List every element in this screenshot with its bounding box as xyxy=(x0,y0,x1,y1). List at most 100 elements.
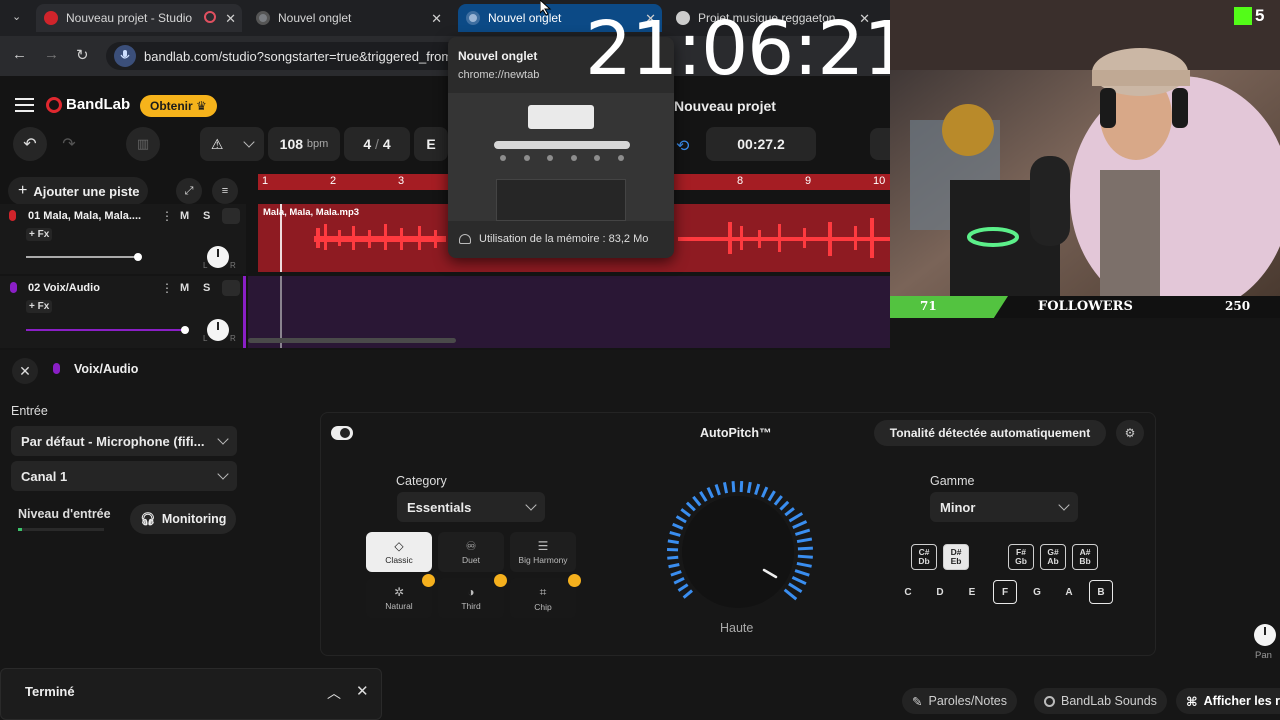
auto-key-detect-button[interactable]: Tonalité détectée automatiquement xyxy=(874,420,1106,446)
chevron-down-icon[interactable] xyxy=(222,280,240,296)
knob-tick xyxy=(673,576,685,585)
reload-icon[interactable]: ↻ xyxy=(76,46,89,64)
autopitch-toggle[interactable] xyxy=(331,426,353,440)
key-control[interactable]: E xyxy=(414,127,448,161)
solo-button[interactable]: S xyxy=(203,210,210,222)
track-header-2[interactable]: 02 Voix/Audio ⋮ M S + Fx L R xyxy=(0,276,246,348)
fx-button[interactable]: + Fx xyxy=(26,300,53,313)
volume-slider-thumb[interactable] xyxy=(181,326,189,334)
kick-icon xyxy=(1234,7,1252,25)
close-icon[interactable]: ✕ xyxy=(356,682,369,700)
classic-preset-icon: ◇ xyxy=(394,539,404,553)
mute-button[interactable]: M xyxy=(180,282,189,294)
natural-preset-icon: ✲ xyxy=(393,585,405,599)
hamburger-menu-icon[interactable] xyxy=(15,98,34,112)
fx-button[interactable]: + Fx xyxy=(26,228,53,241)
bandlab-sounds-icon xyxy=(1044,695,1055,707)
track-lane-2[interactable] xyxy=(248,276,890,348)
key-a-sharp[interactable]: A# Bb xyxy=(1072,544,1098,570)
tab-new-1[interactable]: Nouvel onglet ✕ xyxy=(248,4,448,32)
key-f-sharp[interactable]: F# Gb xyxy=(1008,544,1034,570)
volume-slider[interactable] xyxy=(26,329,186,331)
mute-button[interactable]: M xyxy=(180,210,189,222)
chevron-up-icon[interactable]: ︿ xyxy=(327,683,341,703)
tempo-control[interactable]: 108 bpm xyxy=(268,127,340,161)
pan-knob[interactable] xyxy=(207,319,229,341)
chevron-down-icon[interactable] xyxy=(222,208,240,224)
keyboard-button[interactable]: ▥ xyxy=(126,127,160,161)
knob-tick xyxy=(754,483,761,496)
knob-tick xyxy=(797,546,813,551)
volume-slider[interactable] xyxy=(26,256,140,258)
scale-select[interactable]: Minor xyxy=(930,492,1078,522)
category-select[interactable]: Essentials xyxy=(397,492,545,522)
autopitch-settings-button[interactable]: ⚙ xyxy=(1116,420,1144,446)
preset-chip[interactable]: ⌗ Chip xyxy=(510,578,576,618)
metronome-control[interactable]: ⚠ xyxy=(200,127,264,161)
lyrics-notes-button[interactable]: ✎ Paroles/Notes xyxy=(902,688,1017,714)
key-g-sharp[interactable]: G# Ab xyxy=(1040,544,1066,570)
key-b[interactable]: B xyxy=(1089,580,1113,604)
knob-tick xyxy=(667,555,679,560)
premium-crown-icon xyxy=(494,574,507,587)
obtenir-button[interactable]: Obtenir ♛ xyxy=(140,95,217,117)
solo-button[interactable]: S xyxy=(203,282,210,294)
notification-label: Terminé xyxy=(25,684,75,699)
playhead[interactable] xyxy=(280,204,282,272)
premium-crown-icon xyxy=(422,574,435,587)
tab-search-chevron-icon[interactable]: ⌄ xyxy=(12,10,21,23)
knob-tick xyxy=(773,495,783,506)
key-a[interactable]: A xyxy=(1057,580,1081,604)
key-c-sharp[interactable]: C# Db xyxy=(911,544,937,570)
pan-knob[interactable] xyxy=(1254,624,1276,646)
chevron-down-icon xyxy=(217,468,229,480)
mixer-icon[interactable] xyxy=(870,128,890,160)
site-info-icon[interactable] xyxy=(114,45,136,67)
memory-icon xyxy=(459,234,471,244)
key-f[interactable]: F xyxy=(993,580,1017,604)
preset-big-harmony[interactable]: ☰ Big Harmony xyxy=(510,532,576,572)
volume-slider-thumb[interactable] xyxy=(134,253,142,261)
pan-knob[interactable] xyxy=(207,246,229,268)
key-e[interactable]: E xyxy=(960,580,984,604)
add-track-button[interactable]: + Ajouter une piste xyxy=(8,177,148,205)
key-d-sharp[interactable]: D# Eb xyxy=(943,544,969,570)
bandlab-sounds-button[interactable]: BandLab Sounds xyxy=(1034,688,1167,714)
undo-button[interactable]: ↶ xyxy=(13,127,47,161)
chevron-down-icon xyxy=(243,136,255,148)
loop-icon[interactable]: ⟲ xyxy=(676,136,689,156)
monitoring-button[interactable]: 🎧︎ Monitoring xyxy=(130,504,236,534)
channel-select[interactable]: Canal 1 xyxy=(11,461,237,491)
redo-button[interactable]: ↷ xyxy=(52,127,86,161)
automation-button[interactable]: ⤢ xyxy=(176,178,202,204)
input-device-select[interactable]: Par défaut - Microphone (fifi... xyxy=(11,426,237,456)
pitch-correction-knob[interactable] xyxy=(658,478,818,618)
tab-studio[interactable]: Nouveau projet - Studio ✕ xyxy=(36,4,242,32)
knob-tick xyxy=(706,487,715,499)
bandlab-studio: BandLab Obtenir ♛ Nouveau projet ↶ ↷ ▥ ⚠… xyxy=(0,76,890,350)
track-header-1[interactable]: 01 Mala, Mala, Mala.... ⋮ M S + Fx L R xyxy=(0,204,246,274)
tab-label: Nouveau projet - Studio xyxy=(66,11,193,25)
key-d[interactable]: D xyxy=(928,580,952,604)
key-c[interactable]: C xyxy=(896,580,920,604)
back-arrow-icon[interactable]: ← xyxy=(12,46,27,63)
more-options-icon[interactable]: ⋮ xyxy=(161,281,173,295)
key-g[interactable]: G xyxy=(1025,580,1049,604)
bandlab-logo[interactable]: BandLab xyxy=(46,96,130,113)
more-options-icon[interactable]: ⋮ xyxy=(161,209,173,223)
preset-duet[interactable]: ♾ Duet xyxy=(438,532,504,572)
command-icon: ⌘ xyxy=(1186,694,1198,709)
horizontal-scrollbar[interactable] xyxy=(248,338,456,343)
knob-tick xyxy=(797,554,813,559)
input-level-meter xyxy=(18,528,104,531)
preset-classic[interactable]: ◇ Classic xyxy=(366,532,432,572)
project-title[interactable]: Nouveau projet xyxy=(674,98,776,114)
track-settings-button[interactable]: ≡ xyxy=(212,178,238,204)
forward-arrow-icon[interactable]: → xyxy=(44,46,59,63)
close-tab-icon[interactable]: ✕ xyxy=(431,11,442,27)
ruler-mark: 9 xyxy=(805,175,812,187)
time-signature-control[interactable]: 4 / 4 xyxy=(344,127,410,161)
close-panel-button[interactable]: ✕ xyxy=(12,358,38,384)
close-tab-icon[interactable]: ✕ xyxy=(225,11,236,27)
show-button[interactable]: ⌘ Afficher les r xyxy=(1176,688,1280,714)
